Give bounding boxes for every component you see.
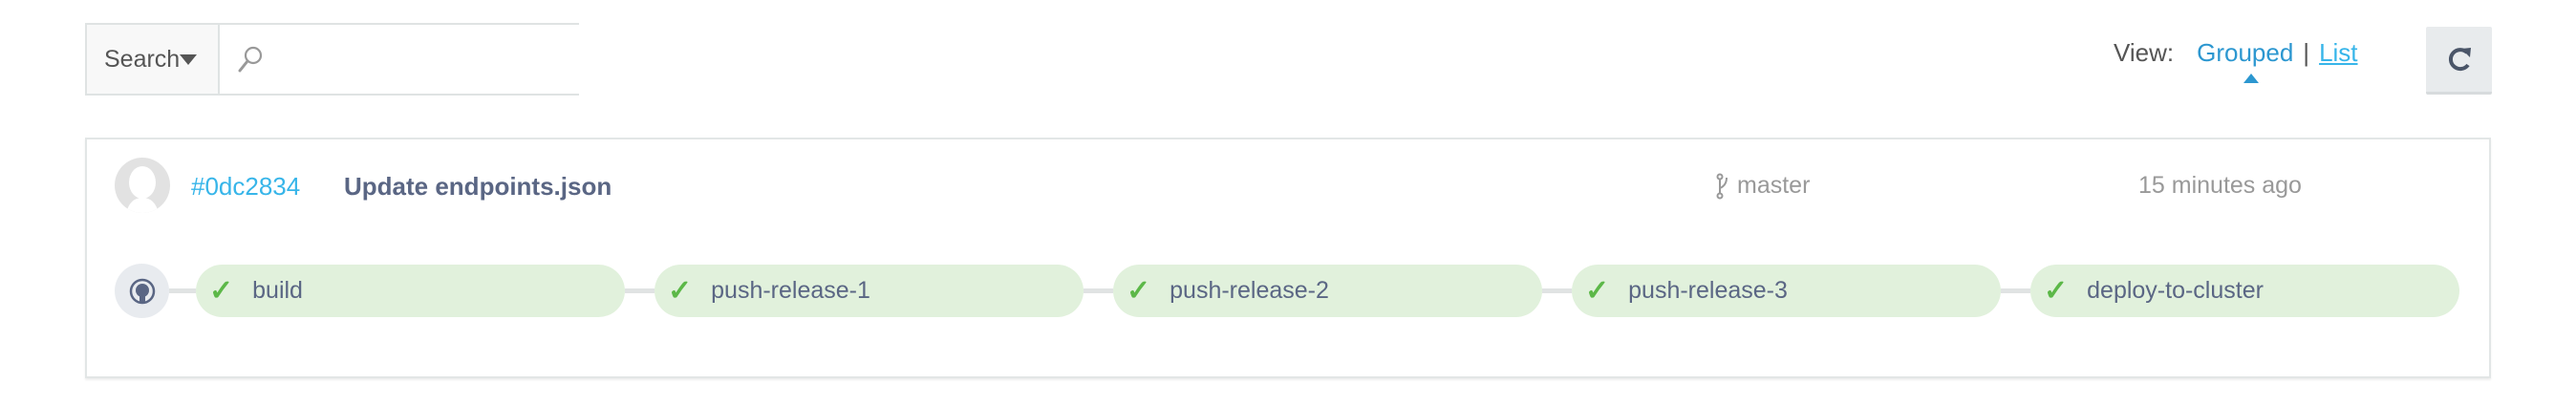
- github-source: [115, 264, 169, 318]
- pipeline-step-build[interactable]: ✓ build: [196, 265, 625, 317]
- pipeline-step-push-release-3[interactable]: ✓ push-release-3: [1572, 265, 2001, 317]
- commit-time: 15 minutes ago: [2138, 172, 2302, 199]
- view-list-link[interactable]: List: [2319, 38, 2357, 68]
- check-icon: ✓: [1585, 275, 1610, 307]
- search-type-label: Search: [104, 45, 181, 73]
- check-icon: ✓: [2044, 275, 2069, 307]
- caret-down-icon: [180, 53, 198, 65]
- view-separator: |: [2303, 38, 2310, 67]
- commit-title: Update endpoints.json: [344, 172, 612, 201]
- view-grouped-link[interactable]: Grouped: [2197, 38, 2294, 83]
- check-icon: ✓: [1127, 275, 1151, 307]
- github-icon: [129, 278, 155, 304]
- pipeline-step-push-release-1[interactable]: ✓ push-release-1: [655, 265, 1084, 317]
- commit-hash-link[interactable]: #0dc2834: [191, 172, 300, 202]
- search-bar: Search: [85, 23, 584, 96]
- refresh-button[interactable]: [2426, 27, 2492, 95]
- branch: master: [1716, 172, 1810, 200]
- search-input-wrapper: [220, 25, 584, 94]
- branch-icon: [1716, 173, 1728, 199]
- branch-name: master: [1737, 172, 1811, 199]
- step-label: push-release-1: [711, 277, 870, 304]
- refresh-icon: [2448, 48, 2471, 72]
- user-avatar-icon: [126, 166, 159, 213]
- avatar: [115, 158, 170, 213]
- pipeline-connector: [1542, 288, 1572, 293]
- pipeline-connector: [169, 288, 196, 293]
- pipeline-connector: [2001, 288, 2030, 293]
- step-label: push-release-2: [1170, 277, 1329, 304]
- view-grouped-label: Grouped: [2197, 38, 2294, 67]
- pipeline-connector: [1084, 288, 1113, 293]
- step-label: build: [252, 277, 303, 304]
- check-icon: ✓: [668, 275, 693, 307]
- pipeline-connector: [625, 288, 655, 293]
- step-label: deploy-to-cluster: [2087, 277, 2264, 304]
- search-input[interactable]: [271, 44, 584, 75]
- active-indicator-icon: [2243, 74, 2259, 83]
- search-type-dropdown[interactable]: Search: [87, 25, 221, 94]
- pipeline-step-push-release-2[interactable]: ✓ push-release-2: [1113, 265, 1542, 317]
- view-label: View:: [2114, 38, 2175, 67]
- pipeline-step-deploy-to-cluster[interactable]: ✓ deploy-to-cluster: [2030, 265, 2459, 317]
- view-switcher: View: Grouped | List: [2114, 38, 2358, 83]
- search-icon: [238, 46, 263, 73]
- step-label: push-release-3: [1628, 277, 1788, 304]
- check-icon: ✓: [209, 275, 234, 307]
